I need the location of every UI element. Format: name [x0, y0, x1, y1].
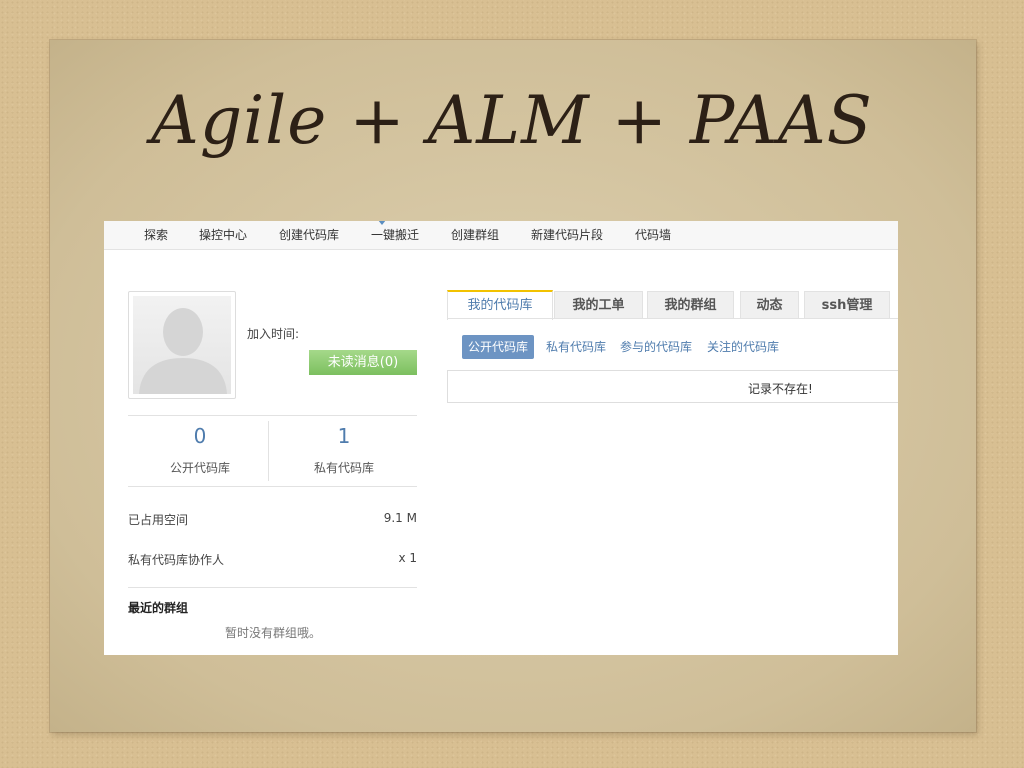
unread-messages-button[interactable]: 未读消息(0)	[309, 350, 417, 375]
tab-my-tickets[interactable]: 我的工单	[554, 291, 643, 319]
nav-explore[interactable]: 探索	[144, 221, 168, 249]
private-repo-count[interactable]: 1	[304, 424, 384, 448]
space-used-value: 9.1 M	[383, 511, 417, 525]
subtab-public-repos[interactable]: 公开代码库	[462, 335, 535, 359]
nav-create-repo[interactable]: 创建代码库	[279, 221, 339, 249]
app-screenshot: 探索 操控中心 创建代码库 一键搬迁 创建群组 新建代码片段 代码墙 加入时间:…	[104, 221, 898, 655]
tab-my-repos[interactable]: 我的代码库	[447, 290, 553, 320]
tab-my-groups[interactable]: 我的群组	[647, 291, 734, 319]
nav-one-click-migrate[interactable]: 一键搬迁	[371, 221, 419, 249]
collaborators-label: 私有代码库协作人	[128, 553, 225, 567]
public-repo-count[interactable]: 0	[160, 424, 240, 448]
subtab-participated-repos[interactable]: 参与的代码库	[620, 335, 692, 359]
collaborators-value: x 1	[398, 551, 417, 565]
recent-groups-empty: 暂时没有群组哦。	[225, 626, 322, 640]
join-time-label: 加入时间:	[247, 327, 300, 341]
nav-code-wall[interactable]: 代码墙	[635, 221, 671, 249]
divider	[128, 415, 417, 416]
nav-new-snippet[interactable]: 新建代码片段	[531, 221, 603, 249]
nav-create-group[interactable]: 创建群组	[451, 221, 499, 249]
top-navigation: 探索 操控中心 创建代码库 一键搬迁 创建群组 新建代码片段 代码墙	[104, 221, 898, 250]
avatar[interactable]	[128, 291, 236, 399]
repo-list: 记录不存在!	[447, 370, 898, 403]
avatar-placeholder-icon	[133, 296, 231, 394]
space-used-label: 已占用空间	[128, 513, 189, 527]
tab-bar-line	[447, 318, 898, 319]
divider	[128, 486, 417, 487]
divider	[128, 587, 417, 588]
subtab-followed-repos[interactable]: 关注的代码库	[707, 335, 779, 359]
stat-divider	[268, 421, 269, 481]
recent-groups-title: 最近的群组	[128, 601, 189, 615]
private-repo-label: 私有代码库	[313, 461, 374, 475]
empty-list-message: 记录不存在!	[748, 382, 813, 396]
subtab-private-repos[interactable]: 私有代码库	[546, 335, 606, 359]
nav-control-center[interactable]: 操控中心	[199, 221, 247, 249]
slide-title: Agile + ALM + PAAS	[151, 82, 873, 159]
tab-activity[interactable]: 动态	[740, 291, 799, 319]
tab-ssh-management[interactable]: ssh管理	[804, 291, 890, 319]
public-repo-label: 公开代码库	[169, 461, 230, 475]
